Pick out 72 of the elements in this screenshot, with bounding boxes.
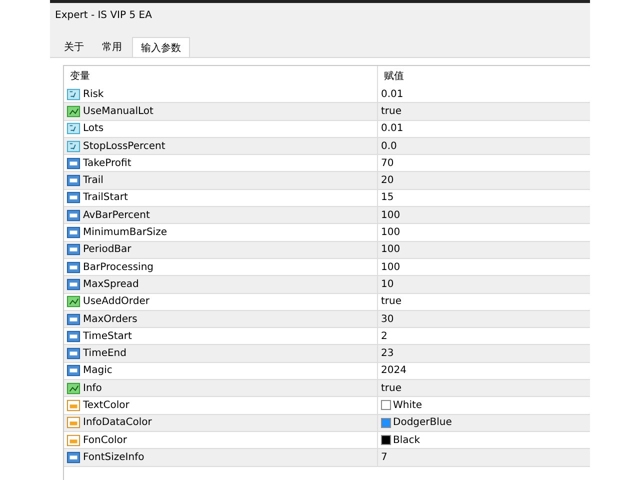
tab[interactable]: 关于: [56, 37, 92, 57]
integer-type-icon: [67, 226, 80, 240]
parameter-name: TimeStart: [83, 330, 132, 342]
parameter-name: Risk: [83, 88, 104, 100]
parameter-value[interactable]: Black: [393, 434, 420, 446]
color-type-icon: [67, 434, 80, 447]
parameter-name: PeriodBar: [83, 244, 132, 256]
parameter-name: FontSizeInfo: [83, 452, 144, 463]
parameter-value[interactable]: 7: [381, 452, 388, 463]
decimal-type-icon: [67, 88, 80, 101]
boolean-type-icon: [67, 295, 80, 308]
tab[interactable]: 输入参数: [132, 37, 190, 57]
integer-type-icon: [67, 260, 80, 274]
parameter-name: AvBarPercent: [83, 210, 150, 221]
parameter-value[interactable]: 2024: [381, 365, 406, 376]
integer-type-icon: [67, 312, 80, 326]
parameter-value[interactable]: White: [393, 400, 422, 411]
parameter-value[interactable]: true: [381, 106, 402, 117]
parameter-name: TextColor: [83, 400, 130, 411]
color-type-icon: [67, 416, 80, 430]
parameter-value[interactable]: DodgerBlue: [393, 417, 452, 428]
parameter-value[interactable]: 100: [381, 262, 400, 273]
parameter-value[interactable]: 0.01: [381, 88, 404, 100]
parameter-name: StopLossPercent: [83, 140, 166, 152]
parameter-value[interactable]: 10: [381, 278, 394, 290]
integer-type-icon: [67, 364, 80, 378]
parameter-name: Lots: [83, 123, 104, 134]
window-title: Expert - IS VIP 5 EA: [54, 9, 153, 23]
parameter-name: FonColor: [83, 434, 127, 446]
tab[interactable]: 常用: [94, 37, 130, 57]
integer-type-icon: [67, 243, 80, 256]
parameter-value[interactable]: true: [381, 296, 402, 308]
integer-type-icon: [67, 347, 80, 360]
parameter-name: MaxSpread: [83, 278, 139, 290]
parameter-name: TimeEnd: [83, 348, 126, 360]
decimal-type-icon: [67, 122, 80, 136]
parameter-value[interactable]: 2: [381, 330, 388, 342]
parameter-value[interactable]: 23: [381, 348, 394, 360]
parameter-value[interactable]: 100: [381, 244, 400, 256]
parameter-value[interactable]: 15: [381, 192, 394, 204]
parameter-value[interactable]: 0.01: [381, 123, 404, 134]
boolean-type-icon: [67, 382, 80, 395]
parameter-value[interactable]: 100: [381, 227, 400, 238]
parameter-value[interactable]: 30: [381, 314, 394, 324]
integer-type-icon: [67, 278, 80, 291]
column-header: 变量: [64, 66, 378, 86]
decimal-type-icon: [67, 140, 80, 153]
integer-type-icon: [67, 208, 80, 222]
parameter-value[interactable]: 0.0: [381, 140, 397, 152]
parameter-value[interactable]: true: [381, 382, 402, 394]
color-type-icon: [67, 398, 80, 412]
integer-type-icon: [67, 191, 80, 204]
integer-type-icon: [67, 330, 80, 343]
parameter-name: Magic: [83, 365, 112, 376]
parameter-name: InfoDataColor: [83, 417, 152, 428]
parameter-value[interactable]: 100: [381, 210, 400, 221]
parameter-name: UseManualLot: [83, 106, 154, 117]
parameter-name: Info: [83, 382, 102, 394]
integer-type-icon: [67, 156, 80, 170]
parameter-name: BarProcessing: [83, 262, 154, 273]
parameter-value[interactable]: 20: [381, 175, 394, 186]
boolean-type-icon: [67, 104, 80, 118]
parameter-value[interactable]: 70: [381, 158, 394, 169]
parameter-name: MaxOrders: [83, 314, 138, 324]
parameter-name: Trail: [83, 175, 104, 186]
integer-type-icon: [67, 450, 80, 464]
parameter-name: TakeProfit: [83, 158, 132, 169]
column-header: 赋值: [383, 70, 405, 83]
parameter-name: MinimumBarSize: [83, 227, 167, 238]
integer-type-icon: [67, 174, 80, 188]
parameter-name: TrailStart: [83, 192, 128, 204]
parameter-name: UseAddOrder: [83, 296, 150, 308]
